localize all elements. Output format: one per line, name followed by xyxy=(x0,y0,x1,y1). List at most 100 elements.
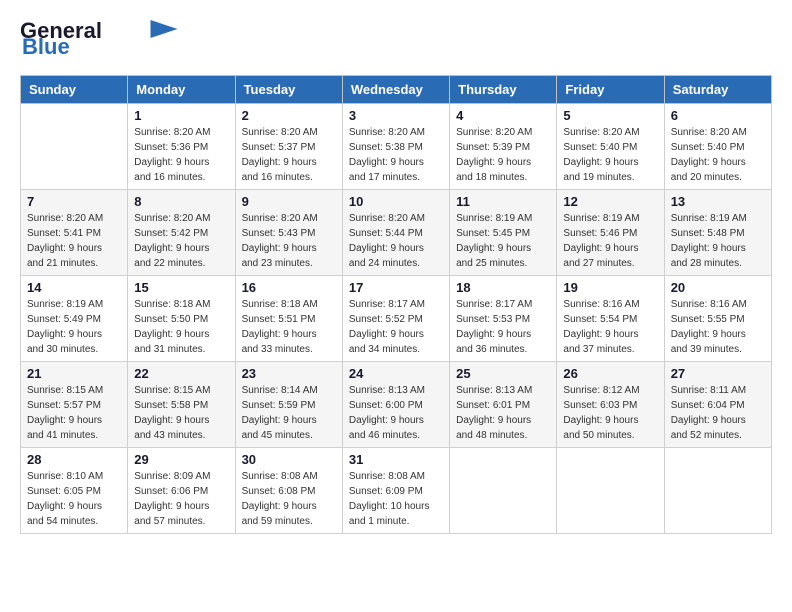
day-detail: Sunrise: 8:19 AMSunset: 5:48 PMDaylight:… xyxy=(671,211,765,271)
col-header-wednesday: Wednesday xyxy=(342,76,449,104)
day-detail: Sunrise: 8:17 AMSunset: 5:53 PMDaylight:… xyxy=(456,297,550,357)
calendar-week-row: 14 Sunrise: 8:19 AMSunset: 5:49 PM Dayligh… xyxy=(21,276,772,362)
day-number: 8 xyxy=(134,194,228,209)
daylight-text: Daylight: 9 hours and 16 minutes. xyxy=(134,155,228,185)
calendar-cell: 4Sunrise: 8:20 AMSunset: 5:39 PMDaylight… xyxy=(450,104,557,190)
logo: General Blue xyxy=(20,20,178,59)
daylight-text: Daylight: 9 hours and 16 minutes. xyxy=(242,155,336,185)
daylight-text: Daylight: 9 hours and 19 minutes. xyxy=(563,155,657,185)
sunrise-text: Sunrise: 8:17 AM xyxy=(349,297,443,312)
sunrise-text: Sunrise: 8:10 AM xyxy=(27,469,121,484)
sunrise-text: Sunrise: 8:15 AM xyxy=(27,383,121,398)
day-number: 9 xyxy=(242,194,336,209)
day-number: 1 xyxy=(134,108,228,123)
daylight-text: Daylight: 9 hours and 33 minutes. xyxy=(242,327,336,357)
day-detail: Sunrise: 8:20 AMSunset: 5:41 PMDaylight:… xyxy=(27,211,121,271)
calendar-week-row: 1 Sunrise: 8:20 AMSunset: 5:36 PMDaylight… xyxy=(21,104,772,190)
sunrise-text: Sunrise: 8:12 AM xyxy=(563,383,657,398)
calendar-cell: 3 Sunrise: 8:20 AMSunset: 5:38 PMDaylight… xyxy=(342,104,449,190)
day-detail: Sunrise: 8:15 AMSunset: 5:57 PMDaylight:… xyxy=(27,383,121,443)
sunset-text: Sunset: 5:38 PM xyxy=(349,140,443,155)
daylight-text: Daylight: 9 hours and 27 minutes. xyxy=(563,241,657,271)
sunset-text: Sunset: 5:43 PM xyxy=(242,226,336,241)
sunrise-text: Sunrise: 8:15 AM xyxy=(134,383,228,398)
sunset-text: Sunset: 6:09 PM xyxy=(349,484,443,499)
day-detail: Sunrise: 8:08 AMSunset: 6:08 PMDaylight:… xyxy=(242,469,336,529)
day-number: 13 xyxy=(671,194,765,209)
daylight-text: Daylight: 9 hours and 21 minutes. xyxy=(27,241,121,271)
calendar-cell: 16Sunrise: 8:18 AMSunset: 5:51 PMDayligh… xyxy=(235,276,342,362)
sunset-text: Sunset: 6:06 PM xyxy=(134,484,228,499)
calendar-cell: 21Sunrise: 8:15 AMSunset: 5:57 PMDayligh… xyxy=(21,362,128,448)
sunset-text: Sunset: 6:05 PM xyxy=(27,484,121,499)
sunrise-text: Sunrise: 8:19 AM xyxy=(27,297,121,312)
sunrise-text: Sunrise: 8:19 AM xyxy=(671,211,765,226)
calendar-cell: 30Sunrise: 8:08 AMSunset: 6:08 PMDayligh… xyxy=(235,448,342,534)
day-number: 25 xyxy=(456,366,550,381)
sunrise-text: Sunrise: 8:19 AM xyxy=(456,211,550,226)
calendar-cell xyxy=(557,448,664,534)
sunrise-text: Sunrise: 8:18 AM xyxy=(134,297,228,312)
sunrise-text: Sunrise: 8:20 AM xyxy=(134,211,228,226)
calendar-cell: 9Sunrise: 8:20 AMSunset: 5:43 PMDaylight… xyxy=(235,190,342,276)
day-detail: Sunrise: 8:13 AMSunset: 6:00 PMDaylight:… xyxy=(349,383,443,443)
calendar-cell: 24 Sunrise: 8:13 AMSunset: 6:00 PMDayligh… xyxy=(342,362,449,448)
sunrise-text: Sunrise: 8:20 AM xyxy=(134,125,228,140)
daylight-text: Daylight: 9 hours and 52 minutes. xyxy=(671,413,765,443)
day-number: 3 xyxy=(349,108,443,123)
col-header-saturday: Saturday xyxy=(664,76,771,104)
day-number: 16 xyxy=(242,280,336,295)
day-detail: Sunrise: 8:20 AMSunset: 5:40 PMDaylight:… xyxy=(563,125,657,185)
daylight-text: Daylight: 9 hours and 23 minutes. xyxy=(242,241,336,271)
calendar-table: SundayMondayTuesdayWednesdayThursdayFrid… xyxy=(20,75,772,534)
day-number: 24 xyxy=(349,366,443,381)
day-detail: Sunrise: 8:20 AMSunset: 5:36 PMDaylight:… xyxy=(134,125,228,185)
sunset-text: Sunset: 5:41 PM xyxy=(27,226,121,241)
calendar-cell xyxy=(21,104,128,190)
sunset-text: Sunset: 5:49 PM xyxy=(27,312,121,327)
day-number: 5 xyxy=(563,108,657,123)
daylight-text: Daylight: 9 hours and 31 minutes. xyxy=(134,327,228,357)
sunset-text: Sunset: 6:00 PM xyxy=(349,398,443,413)
day-number: 12 xyxy=(563,194,657,209)
sunrise-text: Sunrise: 8:09 AM xyxy=(134,469,228,484)
day-number: 26 xyxy=(563,366,657,381)
sunrise-text: Sunrise: 8:20 AM xyxy=(456,125,550,140)
calendar-cell: 11Sunrise: 8:19 AMSunset: 5:45 PMDayligh… xyxy=(450,190,557,276)
day-number: 14 xyxy=(27,280,121,295)
sunset-text: Sunset: 5:48 PM xyxy=(671,226,765,241)
calendar-week-row: 21Sunrise: 8:15 AMSunset: 5:57 PMDayligh… xyxy=(21,362,772,448)
daylight-text: Daylight: 9 hours and 36 minutes. xyxy=(456,327,550,357)
daylight-text: Daylight: 9 hours and 48 minutes. xyxy=(456,413,550,443)
calendar-cell: 18Sunrise: 8:17 AMSunset: 5:53 PMDayligh… xyxy=(450,276,557,362)
calendar-cell: 20Sunrise: 8:16 AMSunset: 5:55 PMDayligh… xyxy=(664,276,771,362)
calendar-cell: 31Sunrise: 8:08 AMSunset: 6:09 PMDayligh… xyxy=(342,448,449,534)
sunset-text: Sunset: 5:57 PM xyxy=(27,398,121,413)
page-header: General Blue xyxy=(20,20,772,59)
calendar-cell: 29Sunrise: 8:09 AMSunset: 6:06 PMDayligh… xyxy=(128,448,235,534)
col-header-thursday: Thursday xyxy=(450,76,557,104)
day-number: 22 xyxy=(134,366,228,381)
day-number: 2 xyxy=(242,108,336,123)
logo-icon xyxy=(150,20,178,38)
daylight-text: Daylight: 9 hours and 17 minutes. xyxy=(349,155,443,185)
calendar-cell: 5 Sunrise: 8:20 AMSunset: 5:40 PMDaylight… xyxy=(557,104,664,190)
sunrise-text: Sunrise: 8:16 AM xyxy=(563,297,657,312)
day-number: 7 xyxy=(27,194,121,209)
day-detail: Sunrise: 8:15 AMSunset: 5:58 PMDaylight:… xyxy=(134,383,228,443)
daylight-text: Daylight: 9 hours and 57 minutes. xyxy=(134,499,228,529)
day-detail: Sunrise: 8:09 AMSunset: 6:06 PMDaylight:… xyxy=(134,469,228,529)
day-number: 23 xyxy=(242,366,336,381)
day-number: 28 xyxy=(27,452,121,467)
sunrise-text: Sunrise: 8:08 AM xyxy=(242,469,336,484)
calendar-cell: 6Sunrise: 8:20 AMSunset: 5:40 PMDaylight… xyxy=(664,104,771,190)
col-header-tuesday: Tuesday xyxy=(235,76,342,104)
calendar-cell: 17Sunrise: 8:17 AMSunset: 5:52 PMDayligh… xyxy=(342,276,449,362)
col-header-friday: Friday xyxy=(557,76,664,104)
day-detail: Sunrise: 8:16 AMSunset: 5:54 PMDaylight:… xyxy=(563,297,657,357)
daylight-text: Daylight: 9 hours and 22 minutes. xyxy=(134,241,228,271)
calendar-cell: 2Sunrise: 8:20 AMSunset: 5:37 PMDaylight… xyxy=(235,104,342,190)
day-number: 17 xyxy=(349,280,443,295)
sunrise-text: Sunrise: 8:08 AM xyxy=(349,469,443,484)
day-detail: Sunrise: 8:20 AMSunset: 5:38 PMDaylight:… xyxy=(349,125,443,185)
